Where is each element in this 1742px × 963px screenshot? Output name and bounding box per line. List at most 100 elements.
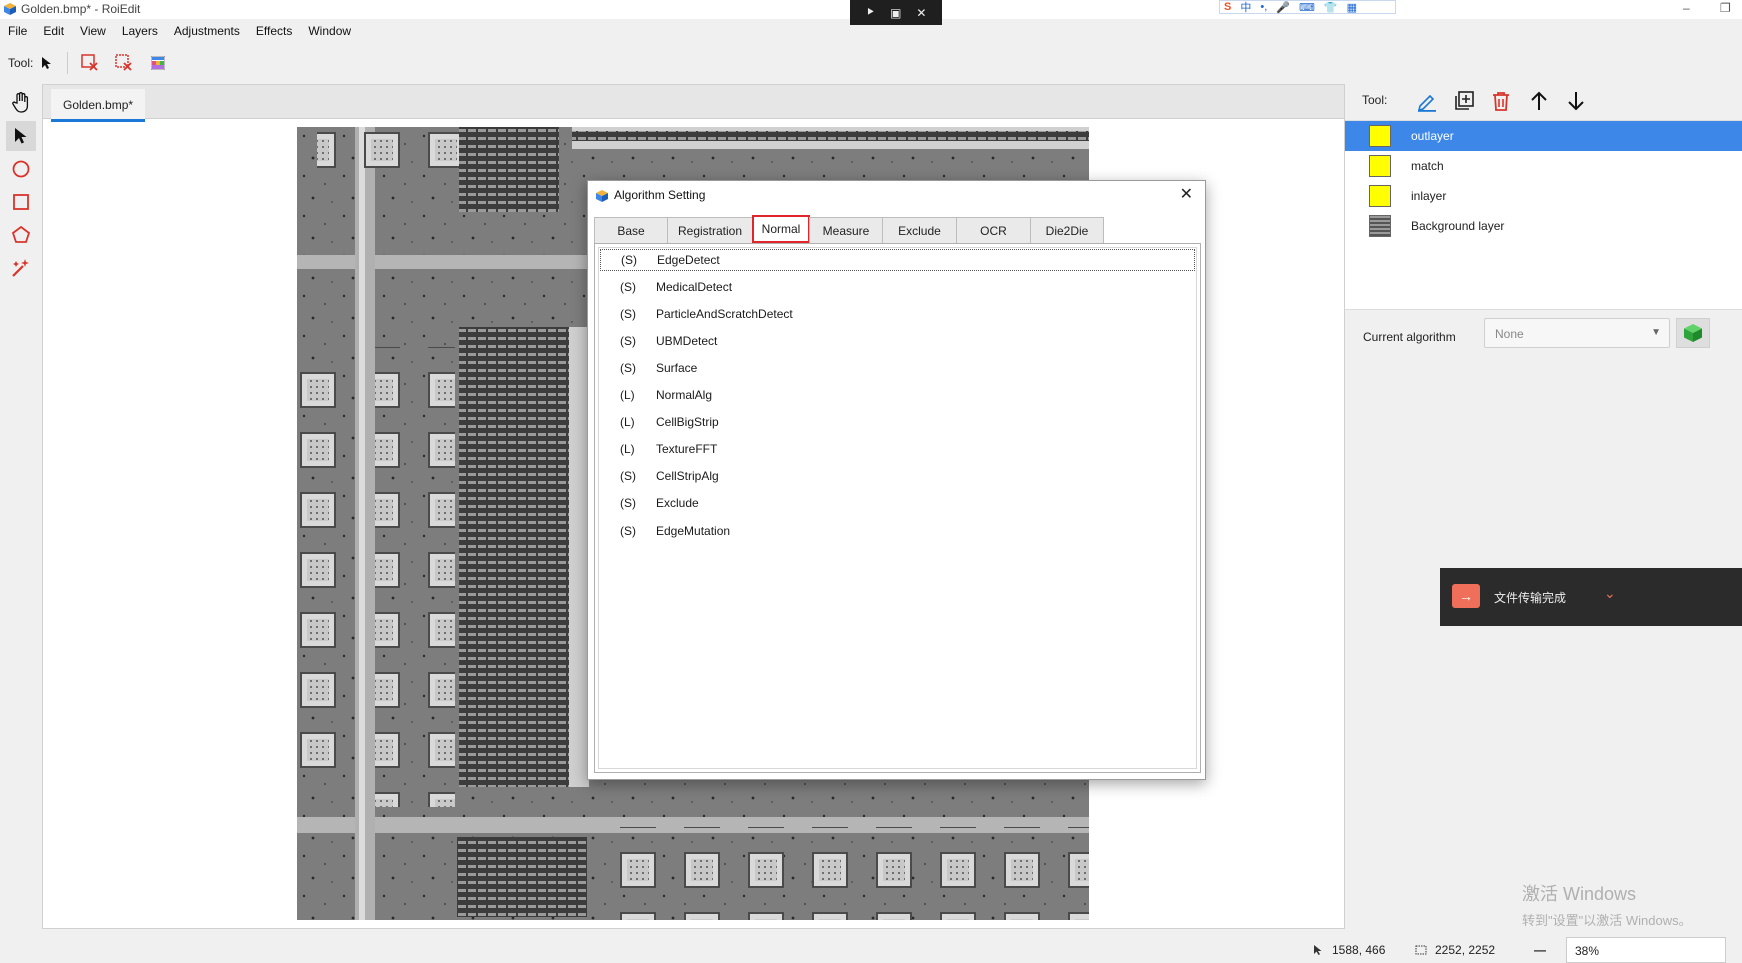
tab-registration[interactable]: Registration [667,217,753,243]
algorithm-name: CellStripAlg [656,469,719,483]
list-item[interactable]: (S) Exclude [600,492,1195,514]
current-algorithm-value: None [1495,327,1524,341]
tab-ocr[interactable]: OCR [956,217,1031,243]
layer-name: outlayer [1411,129,1454,143]
menu-effects[interactable]: Effects [248,22,300,42]
menu-view[interactable]: View [72,22,114,42]
folder-arrow-icon: → [1452,584,1480,608]
ime-mic-icon[interactable]: 🎤 [1276,1,1290,14]
polygon-tool[interactable] [6,220,36,250]
tab-normal[interactable]: Normal [752,215,810,243]
algorithm-kind: (L) [620,388,635,402]
select-tool[interactable] [6,121,36,151]
layer-name: inlayer [1411,189,1447,203]
zoom-out-button[interactable]: — [1534,943,1546,957]
toolbar-separator [67,52,69,74]
menu-file[interactable]: File [0,22,35,42]
list-item[interactable]: (S) EdgeDetect [600,249,1195,271]
list-item[interactable]: (S) MedicalDetect [600,276,1195,298]
screen-icon[interactable]: ▣ [890,6,901,20]
zoom-input[interactable]: 38% [1566,937,1726,963]
algorithm-list: (S) EdgeDetect (S) MedicalDetect (S) Par… [594,243,1201,773]
algorithm-kind: (S) [620,280,636,294]
close-remote-icon[interactable]: ✕ [916,6,926,20]
ellipse-tool[interactable] [6,154,36,184]
list-item[interactable]: (S) UBMDetect [600,330,1195,352]
window-title: Golden.bmp* - RoiEdit [21,2,141,16]
pin-icon[interactable]: ⯈ [865,5,875,20]
list-item[interactable]: (L) NormalAlg [600,384,1195,406]
ime-language[interactable]: 中 [1240,0,1251,15]
tab-measure[interactable]: Measure [809,217,883,243]
activation-watermark: 激活 Windows 转到"设置"以激活 Windows。 [1522,880,1692,929]
list-item[interactable]: (L) CellBigStrip [600,411,1195,433]
menu-edit[interactable]: Edit [35,22,72,42]
layer-item-background[interactable]: Background layer [1345,211,1742,241]
layers-toolbar: Tool: [1345,84,1742,120]
run-algorithm-button[interactable] [1676,318,1710,348]
menu-layers[interactable]: Layers [114,22,166,42]
left-toolbox [6,88,36,286]
current-algorithm-select[interactable]: None ▼ [1484,318,1670,348]
duplicate-layer-icon[interactable] [1450,87,1478,115]
rectangle-icon [13,194,29,210]
tab-base[interactable]: Base [594,217,668,243]
ime-toolbar: S 中 •, 🎤 ⌨ 👕 ▦ [1219,0,1396,14]
menu-bar: File Edit View Layers Adjustments Effect… [0,22,359,42]
ime-keyboard-icon[interactable]: ⌨ [1299,1,1315,14]
list-item[interactable]: (S) ParticleAndScratchDetect [600,303,1195,325]
toast-chevron-icon[interactable]: ⌄ [1604,585,1616,602]
algorithm-setting-dialog: Algorithm Setting ✕ Base Registration No… [587,180,1206,780]
file-transfer-toast[interactable]: → 文件传输完成 ⌄ [1440,568,1742,626]
list-item[interactable]: (S) Surface [600,357,1195,379]
list-item[interactable]: (S) EdgeMutation [600,520,1195,542]
move-up-icon[interactable] [1525,87,1553,115]
layer-name: match [1411,159,1444,173]
green-cube-icon [1684,324,1702,342]
restore-button[interactable]: ❐ [1720,1,1731,15]
algorithm-name: EdgeDetect [657,253,720,267]
algorithm-kind: (L) [620,442,635,456]
list-item[interactable]: (L) TextureFFT [600,438,1195,460]
tab-die2die[interactable]: Die2Die [1030,217,1104,243]
pan-tool[interactable] [6,88,36,118]
edit-layer-icon[interactable] [1413,87,1441,115]
dialog-close-button[interactable]: ✕ [1180,184,1193,204]
delete-layer-icon[interactable] [1487,87,1515,115]
palette-icon[interactable] [146,52,170,74]
tool-options-bar: Tool: [0,50,170,76]
magic-wand-tool[interactable] [6,253,36,283]
list-item[interactable]: (S) CellStripAlg [600,465,1195,487]
cursor-coordinates: 1588, 466 [1332,943,1386,957]
remove-roi-icon[interactable] [78,52,102,74]
minimize-button[interactable]: – [1683,1,1690,15]
algorithm-name: MedicalDetect [656,280,733,294]
rectangle-tool[interactable] [6,187,36,217]
layer-item-outlayer[interactable]: outlayer [1345,121,1742,151]
menu-adjustments[interactable]: Adjustments [166,22,248,42]
tab-exclude[interactable]: Exclude [882,217,957,243]
ime-logo-icon[interactable]: S [1224,1,1231,13]
algorithm-name: ParticleAndScratchDetect [656,307,793,321]
ime-skin-icon[interactable]: 👕 [1324,1,1338,14]
algorithm-kind: (L) [620,415,635,429]
algorithm-kind: (S) [621,253,637,267]
layer-item-inlayer[interactable]: inlayer [1345,181,1742,211]
pointer-tool-icon[interactable] [35,52,59,74]
toast-text: 文件传输完成 [1494,591,1567,605]
algorithm-kind: (S) [620,361,636,375]
ime-grid-icon[interactable]: ▦ [1347,1,1357,14]
current-algorithm-label: Current algorithm [1363,330,1456,344]
current-algorithm-row: Current algorithm None ▼ [1345,310,1742,365]
layer-item-match[interactable]: match [1345,151,1742,181]
clear-roi-icon[interactable] [112,52,136,74]
image-dimensions: 2252, 2252 [1435,943,1496,957]
dialog-app-icon [596,190,608,202]
layer-name: Background layer [1411,219,1505,233]
move-down-icon[interactable] [1562,87,1590,115]
menu-window[interactable]: Window [300,22,359,42]
document-tab[interactable]: Golden.bmp* [51,89,146,122]
cursor-position: 1588, 466 [1312,943,1385,957]
ime-punct-icon[interactable]: •, [1260,1,1267,13]
cursor-icon [1314,945,1322,955]
